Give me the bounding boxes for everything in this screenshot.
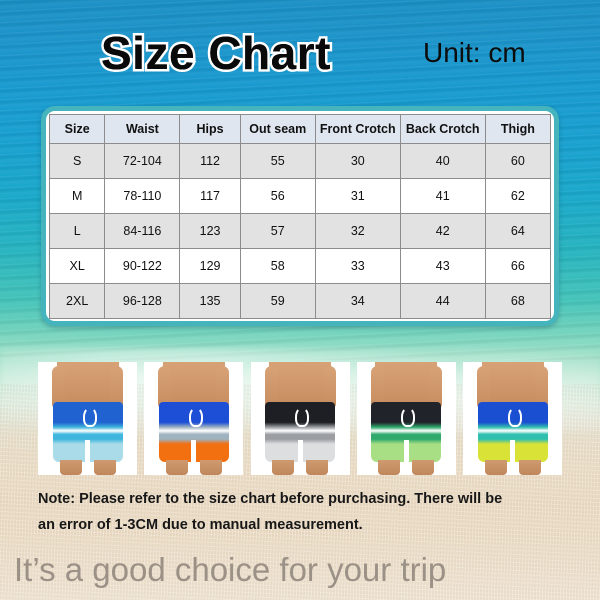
- product-photo-strip: [38, 362, 562, 475]
- table-header-row: Size Waist Hips Out seam Front Crotch Back Cr…: [48, 114, 552, 144]
- model-legs: [272, 460, 328, 475]
- size-cell: XL: [48, 248, 106, 284]
- measurement-cell: 58: [239, 248, 316, 284]
- model-leg-right: [306, 460, 328, 475]
- column-header-size: Size: [48, 114, 106, 144]
- measurement-cell: 129: [179, 248, 241, 284]
- size-chart-panel: Size Waist Hips Out seam Front Crotch Back Cr…: [41, 106, 559, 326]
- table-header: Size Waist Hips Out seam Front Crotch Back Cr…: [48, 114, 552, 144]
- size-cell: 2XL: [48, 283, 106, 319]
- unit-label: Unit: cm: [423, 37, 526, 68]
- measurement-cell: 31: [314, 178, 401, 214]
- model-leg-right: [518, 460, 541, 475]
- measurement-cell: 135: [179, 283, 241, 319]
- size-cell: S: [48, 143, 106, 179]
- swim-shorts: [158, 402, 229, 462]
- measurement-cell: 78-110: [104, 178, 181, 214]
- model-leg-left: [165, 460, 188, 475]
- measurement-cell: 64: [484, 213, 552, 249]
- measurement-cell: 72-104: [104, 143, 181, 179]
- measurement-cell: 90-122: [104, 248, 181, 284]
- swim-shorts: [371, 402, 442, 462]
- column-header-front-crotch: Front Crotch: [314, 114, 401, 144]
- measurement-cell: 56: [239, 178, 316, 214]
- column-header-hips: Hips: [179, 114, 241, 144]
- model-leg-left: [484, 460, 507, 475]
- model-legs: [59, 460, 116, 475]
- measurement-cell: 59: [239, 283, 316, 319]
- measurement-cell: 30: [314, 143, 401, 179]
- tagline: It’s a good choice for your trip: [14, 551, 447, 588]
- measurement-cell: 60: [484, 143, 552, 179]
- measurement-cell: 33: [314, 248, 401, 284]
- table-row: 2XL 96-128 135 59 34 44 68: [48, 283, 552, 319]
- product-photo-3: [250, 362, 350, 475]
- table-row: XL 90-122 129 58 33 43 66: [48, 248, 552, 284]
- model-legs: [165, 460, 222, 475]
- measurement-cell: 66: [484, 248, 552, 284]
- measurement-cell: 55: [239, 143, 316, 179]
- swim-shorts: [477, 402, 548, 462]
- drawstring: [188, 407, 203, 427]
- drawstring: [401, 407, 416, 427]
- product-photo-4: [356, 362, 456, 475]
- measurement-cell: 117: [179, 178, 241, 214]
- model-leg-right: [93, 460, 116, 475]
- measurement-cell: 62: [484, 178, 552, 214]
- table-row: L 84-116 123 57 32 42 64: [48, 213, 552, 249]
- measurement-cell: 68: [484, 283, 552, 319]
- note-line-2: an error of 1-3CM due to manual measurem…: [38, 517, 363, 533]
- measurement-cell: 96-128: [104, 283, 181, 319]
- swim-shorts: [52, 402, 123, 462]
- note-text: Note: Please refer to the size chart bef…: [38, 486, 568, 538]
- drawstring: [82, 407, 97, 427]
- drawstring: [507, 407, 522, 427]
- measurement-cell: 123: [179, 213, 241, 249]
- measurement-cell: 32: [314, 213, 401, 249]
- measurement-cell: 112: [179, 143, 241, 179]
- table-row: S 72-104 112 55 30 40 60: [48, 143, 552, 179]
- column-header-out-seam: Out seam: [239, 114, 316, 144]
- model-leg-right: [199, 460, 222, 475]
- model-leg-left: [59, 460, 82, 475]
- model-leg-left: [378, 460, 401, 475]
- page-title: Size Chart: [101, 27, 331, 79]
- drawstring: [295, 407, 309, 427]
- size-cell: M: [48, 178, 106, 214]
- product-photo-1: [38, 362, 137, 475]
- size-chart-table: Size Waist Hips Out seam Front Crotch Back Cr…: [48, 114, 552, 319]
- column-header-waist: Waist: [104, 114, 181, 144]
- model-leg-right: [412, 460, 435, 475]
- table-row: M 78-110 117 56 31 41 62: [48, 178, 552, 214]
- note-line-1: Note: Please refer to the size chart bef…: [38, 491, 503, 507]
- model-legs: [378, 460, 435, 475]
- measurement-cell: 34: [314, 283, 401, 319]
- size-cell: L: [48, 213, 106, 249]
- measurement-cell: 40: [399, 143, 486, 179]
- measurement-cell: 84-116: [104, 213, 181, 249]
- measurement-cell: 42: [399, 213, 486, 249]
- column-header-thigh: Thigh: [484, 114, 552, 144]
- measurement-cell: 43: [399, 248, 486, 284]
- model-leg-left: [272, 460, 294, 475]
- measurement-cell: 41: [399, 178, 486, 214]
- measurement-cell: 44: [399, 283, 486, 319]
- product-photo-2: [144, 362, 244, 475]
- product-photo-5: [463, 362, 562, 475]
- column-header-back-crotch: Back Crotch: [399, 114, 486, 144]
- swim-shorts: [265, 402, 335, 462]
- header: Size Chart Size Chart Unit: cm: [0, 24, 600, 86]
- measurement-cell: 57: [239, 213, 316, 249]
- model-legs: [484, 460, 541, 475]
- table-body: S 72-104 112 55 30 40 60 M 78-110 117 56 31 41 62 L 84-…: [48, 143, 552, 319]
